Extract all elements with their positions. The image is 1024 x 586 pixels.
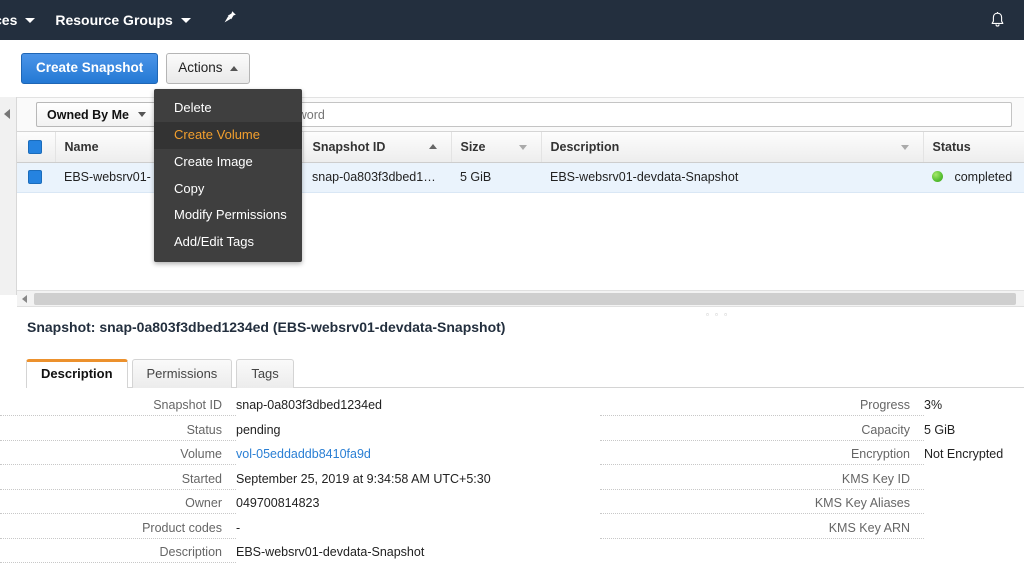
cell-description: EBS-websrv01-devdata-Snapshot bbox=[541, 162, 923, 193]
field-encryption-label: Encryption bbox=[600, 447, 924, 465]
top-navigation-bar: ces Resource Groups bbox=[0, 0, 1024, 40]
toolbar: Create Snapshot Actions bbox=[0, 40, 1024, 97]
field-snapshot-id-value: snap-0a803f3dbed1234ed bbox=[236, 398, 382, 412]
status-badge: completed bbox=[954, 170, 1013, 184]
menu-item-modify-permissions[interactable]: Modify Permissions bbox=[154, 202, 302, 229]
field-started-value: September 25, 2019 at 9:34:58 AM UTC+5:3… bbox=[236, 471, 491, 486]
field-snapshot-id: Snapshot ID snap-0a803f3dbed1234ed bbox=[0, 398, 520, 416]
field-volume-value: vol-05eddaddb8410fa9d bbox=[236, 447, 371, 461]
column-header-name-label: Name bbox=[64, 139, 99, 154]
menu-item-delete[interactable]: Delete bbox=[154, 95, 302, 122]
field-snapshot-id-label: Snapshot ID bbox=[0, 398, 236, 416]
panel-resize-handle[interactable]: ▫ ▫ ▫ bbox=[706, 310, 729, 319]
detail-panel-title: Snapshot: snap-0a803f3dbed1234ed (EBS-we… bbox=[27, 319, 506, 335]
nav-resource-groups-menu[interactable]: Resource Groups bbox=[45, 0, 200, 40]
nav-services-menu[interactable]: ces bbox=[0, 0, 45, 40]
tab-permissions-label: Permissions bbox=[146, 366, 218, 381]
field-capacity-value: 5 GiB bbox=[924, 422, 956, 437]
bell-icon[interactable] bbox=[989, 0, 1024, 40]
field-owner-value: 049700814823 bbox=[236, 496, 320, 510]
nav-resource-groups-label: Resource Groups bbox=[55, 12, 173, 28]
field-description-value: EBS-websrv01-devdata-Snapshot bbox=[236, 545, 425, 559]
field-status-value: pending bbox=[236, 422, 281, 437]
field-status-label: Status bbox=[0, 423, 236, 441]
field-progress-label: Progress bbox=[600, 398, 924, 416]
field-kms-key-aliases: KMS Key Aliases bbox=[600, 496, 1024, 514]
menu-item-add-edit-tags[interactable]: Add/Edit Tags bbox=[154, 229, 302, 256]
field-kms-key-id: KMS Key ID bbox=[600, 472, 1024, 490]
owner-filter-value: Owned By Me bbox=[47, 107, 129, 122]
tab-tags-label: Tags bbox=[251, 366, 279, 381]
column-header-size[interactable]: Size bbox=[451, 132, 542, 163]
field-progress-value: 3% bbox=[924, 398, 943, 412]
menu-item-create-volume[interactable]: Create Volume bbox=[154, 121, 302, 149]
chevron-down-icon bbox=[25, 17, 36, 23]
volume-link[interactable]: vol-05eddaddb8410fa9d bbox=[236, 447, 371, 461]
row-select-cell bbox=[17, 162, 55, 193]
field-kms-key-arn-label: KMS Key ARN bbox=[600, 521, 924, 539]
tab-tags[interactable]: Tags bbox=[236, 359, 294, 388]
field-owner: Owner 049700814823 bbox=[0, 496, 520, 514]
field-description: Description EBS-websrv01-devdata-Snapsho… bbox=[0, 545, 520, 563]
scrollbar-thumb[interactable] bbox=[34, 293, 1016, 305]
field-encryption-value: Not Encrypted bbox=[924, 447, 1004, 461]
cell-size: 5 GiB bbox=[451, 162, 541, 193]
column-header-status[interactable]: Status bbox=[923, 132, 1024, 163]
column-header-status-label: Status bbox=[932, 139, 971, 154]
tab-description-label: Description bbox=[41, 366, 113, 381]
sort-ascending-icon bbox=[428, 144, 437, 149]
field-started-label: Started bbox=[0, 472, 236, 490]
column-header-size-label: Size bbox=[460, 139, 486, 154]
column-header-description[interactable]: Description bbox=[541, 132, 924, 163]
scroll-left-arrow-icon[interactable] bbox=[22, 295, 27, 303]
sort-descending-icon bbox=[518, 145, 527, 150]
field-capacity-label: Capacity bbox=[600, 423, 924, 441]
chevron-down-icon bbox=[137, 112, 146, 117]
chevron-left-icon bbox=[4, 109, 10, 119]
field-owner-label: Owner bbox=[0, 496, 236, 514]
field-kms-key-arn: KMS Key ARN bbox=[600, 521, 1024, 539]
actions-dropdown-menu: Delete Create Volume Create Image Copy M… bbox=[154, 89, 302, 263]
field-status: Status pending bbox=[0, 423, 520, 441]
chevron-up-icon bbox=[229, 66, 238, 71]
nav-services-label: ces bbox=[0, 12, 18, 28]
actions-button[interactable]: Actions bbox=[166, 53, 250, 84]
column-header-snapshot-id-label: Snapshot ID bbox=[312, 139, 386, 154]
chevron-down-icon bbox=[180, 17, 191, 23]
owner-filter-select[interactable]: Owned By Me bbox=[36, 102, 157, 127]
select-all-checkbox[interactable] bbox=[28, 140, 42, 155]
tab-description[interactable]: Description bbox=[26, 359, 128, 388]
row-checkbox[interactable] bbox=[28, 170, 42, 185]
field-kms-key-aliases-label: KMS Key Aliases bbox=[600, 496, 924, 514]
select-all-header bbox=[17, 132, 56, 163]
menu-item-create-image[interactable]: Create Image bbox=[154, 149, 302, 176]
horizontal-scrollbar[interactable] bbox=[17, 290, 1024, 307]
menu-item-copy[interactable]: Copy bbox=[154, 176, 302, 203]
field-product-codes: Product codes - bbox=[0, 521, 520, 539]
field-description-label: Description bbox=[0, 545, 236, 563]
field-volume-label: Volume bbox=[0, 447, 236, 465]
column-header-snapshot-id[interactable]: Snapshot ID bbox=[303, 132, 452, 163]
detail-tabs: Description Permissions Tags bbox=[26, 358, 1024, 388]
detail-fields-left: Snapshot ID snap-0a803f3dbed1234ed Statu… bbox=[0, 398, 520, 570]
actions-button-label: Actions bbox=[178, 60, 223, 76]
field-volume: Volume vol-05eddaddb8410fa9d bbox=[0, 447, 520, 465]
field-product-codes-value: - bbox=[236, 520, 241, 535]
cell-snapshot-id: snap-0a803f3dbed1… bbox=[303, 162, 451, 193]
field-started: Started September 25, 2019 at 9:34:58 AM… bbox=[0, 472, 520, 490]
field-kms-key-id-label: KMS Key ID bbox=[600, 472, 924, 490]
create-snapshot-button[interactable]: Create Snapshot bbox=[21, 53, 159, 84]
detail-fields-right: Progress 3% Capacity 5 GiB Encryption No… bbox=[600, 398, 1024, 545]
field-progress: Progress 3% bbox=[600, 398, 1024, 416]
pin-icon[interactable] bbox=[223, 10, 237, 30]
sidebar-collapse-rail[interactable] bbox=[0, 97, 17, 295]
column-header-description-label: Description bbox=[550, 139, 620, 154]
field-product-codes-label: Product codes bbox=[0, 521, 236, 539]
field-capacity: Capacity 5 GiB bbox=[600, 423, 1024, 441]
status-indicator-icon bbox=[932, 171, 943, 182]
tab-permissions[interactable]: Permissions bbox=[131, 359, 233, 388]
cell-status: completed bbox=[923, 162, 1024, 193]
field-encryption: Encryption Not Encrypted bbox=[600, 447, 1024, 465]
sort-descending-icon bbox=[900, 145, 909, 150]
